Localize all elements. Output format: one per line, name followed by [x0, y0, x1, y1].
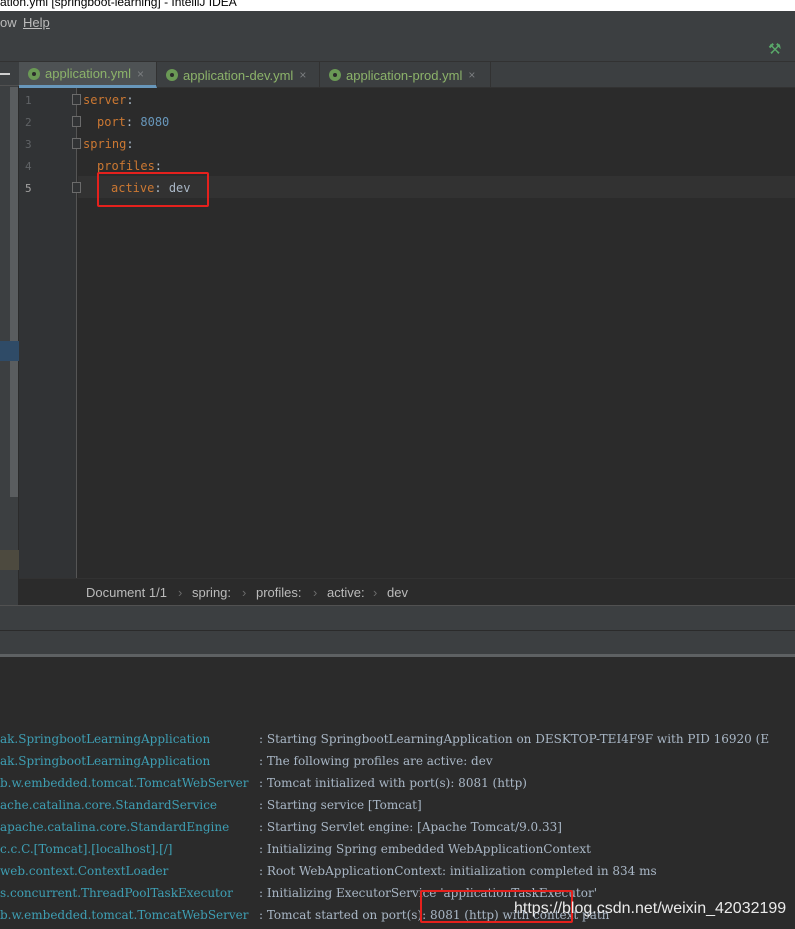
log-logger: web.context.ContextLoader	[0, 864, 169, 878]
yaml-spring-icon	[27, 67, 41, 81]
tab-application-yml[interactable]: application.yml ×	[19, 62, 157, 88]
fold-icon[interactable]	[72, 138, 81, 149]
yaml-spring-icon	[328, 68, 342, 82]
yaml-spring-icon	[165, 68, 179, 82]
yaml-colon: :	[126, 137, 134, 151]
window-title: ation.yml [springboot-learning] - Intell…	[0, 0, 237, 9]
tab-label: application-dev.yml	[183, 67, 294, 83]
line-number: 5	[25, 182, 32, 195]
code-editor[interactable]: 1 2 3 4 5 server: port: 8080 spring: pro…	[19, 88, 795, 578]
line-number: 1	[25, 94, 32, 107]
main-toolbar: ⚒	[0, 33, 795, 62]
editor-gutter: 1 2 3 4 5	[19, 88, 81, 578]
yaml-key: spring	[83, 137, 127, 151]
collapse-icon[interactable]	[0, 73, 10, 75]
breadcrumb-separator: ›	[313, 585, 318, 600]
breadcrumb-separator: ›	[373, 585, 378, 600]
code-line: spring:	[83, 137, 134, 151]
log-row: ak.SpringbootLearningApplication : The f…	[0, 754, 795, 776]
log-logger: s.concurrent.ThreadPoolTaskExecutor	[0, 886, 233, 900]
log-logger: apache.catalina.core.StandardEngine	[0, 820, 230, 834]
yaml-key: server	[83, 93, 127, 107]
hammer-icon[interactable]: ⚒	[768, 40, 781, 58]
code-line: server:	[83, 93, 134, 107]
run-console[interactable]: ak.SpringbootLearningApplication : Start…	[0, 660, 795, 929]
tab-label: application-prod.yml	[346, 67, 463, 83]
menu-help-label: Help	[23, 15, 50, 30]
menu-bar: ow Help	[0, 11, 795, 33]
log-row: ak.SpringbootLearningApplication : Start…	[0, 732, 795, 754]
breadcrumb-item[interactable]: spring:	[192, 585, 231, 600]
run-tool-window-toolbar	[0, 630, 795, 657]
line-number: 3	[25, 138, 32, 151]
breadcrumb-item[interactable]: Document 1/1	[86, 585, 167, 600]
log-message: : Starting Servlet engine: [Apache Tomca…	[259, 820, 562, 834]
breadcrumb-item[interactable]: profiles:	[256, 585, 302, 600]
log-logger: c.c.C.[Tomcat].[localhost].[/]	[0, 842, 173, 856]
highlight-box-active-profile	[97, 172, 209, 207]
fold-icon[interactable]	[72, 94, 81, 105]
log-message: : Root WebApplicationContext: initializa…	[259, 864, 657, 878]
code-line: port: 8080	[97, 115, 169, 129]
log-logger: b.w.embedded.tomcat.TomcatWebServer	[0, 908, 249, 922]
log-logger: ache.catalina.core.StandardService	[0, 798, 218, 812]
yaml-colon: :	[126, 93, 134, 107]
project-panel-scrollbar[interactable]	[10, 87, 18, 497]
breadcrumb: Document 1/1 › spring: › profiles: › act…	[19, 578, 795, 605]
watermark: https://blog.csdn.net/weixin_42032199	[514, 900, 787, 917]
log-message: : Tomcat initialized with port(s): 8081 …	[259, 776, 527, 790]
close-icon[interactable]: ×	[468, 68, 475, 82]
breadcrumb-separator: ›	[178, 585, 183, 600]
tab-application-dev-yml[interactable]: application-dev.yml ×	[157, 62, 320, 88]
fold-end-icon[interactable]	[72, 116, 81, 127]
close-icon[interactable]: ×	[137, 67, 144, 81]
project-panel	[0, 62, 19, 605]
code-line: profiles:	[97, 159, 162, 173]
fold-end-icon[interactable]	[72, 182, 81, 193]
yaml-value: 8080	[140, 115, 170, 129]
line-number: 2	[25, 116, 32, 129]
log-message: : The following profiles are active: dev	[259, 754, 493, 768]
log-message: : Initializing Spring embedded WebApplic…	[259, 842, 591, 856]
log-logger: ak.SpringbootLearningApplication	[0, 754, 211, 768]
breadcrumb-item[interactable]: active:	[327, 585, 365, 600]
menu-window[interactable]: ow	[0, 15, 17, 30]
editor-tab-bar: application.yml × application-dev.yml × …	[19, 62, 795, 88]
menu-help[interactable]: Help	[23, 15, 50, 30]
yaml-key: port	[97, 115, 126, 129]
close-icon[interactable]: ×	[299, 68, 306, 82]
log-row: b.w.embedded.tomcat.TomcatWebServer : To…	[0, 776, 795, 798]
log-logger: ak.SpringbootLearningApplication	[0, 732, 211, 746]
project-tree-selected-item[interactable]	[0, 341, 19, 361]
log-row: apache.catalina.core.StandardEngine : St…	[0, 820, 795, 842]
log-row: c.c.C.[Tomcat].[localhost].[/] : Initial…	[0, 842, 795, 864]
log-message: : Starting service [Tomcat]	[259, 798, 422, 812]
yaml-colon: :	[125, 115, 134, 129]
log-message: : Starting SpringbootLearningApplication…	[259, 732, 770, 746]
log-logger: b.w.embedded.tomcat.TomcatWebServer	[0, 776, 249, 790]
yaml-colon: :	[154, 159, 163, 173]
breadcrumb-separator: ›	[242, 585, 247, 600]
project-panel-header	[0, 62, 19, 86]
log-row: ache.catalina.core.StandardService : Sta…	[0, 798, 795, 820]
log-row: web.context.ContextLoader : Root WebAppl…	[0, 864, 795, 886]
tab-label: application.yml	[45, 66, 131, 81]
line-number: 4	[25, 160, 32, 173]
window-titlebar: ation.yml [springboot-learning] - Intell…	[0, 0, 795, 11]
run-tool-window-tabs	[0, 605, 795, 630]
breadcrumb-item[interactable]: dev	[387, 585, 408, 600]
yaml-key: profiles	[97, 159, 155, 173]
project-tree-highlight	[0, 550, 19, 570]
tab-application-prod-yml[interactable]: application-prod.yml ×	[320, 62, 491, 88]
